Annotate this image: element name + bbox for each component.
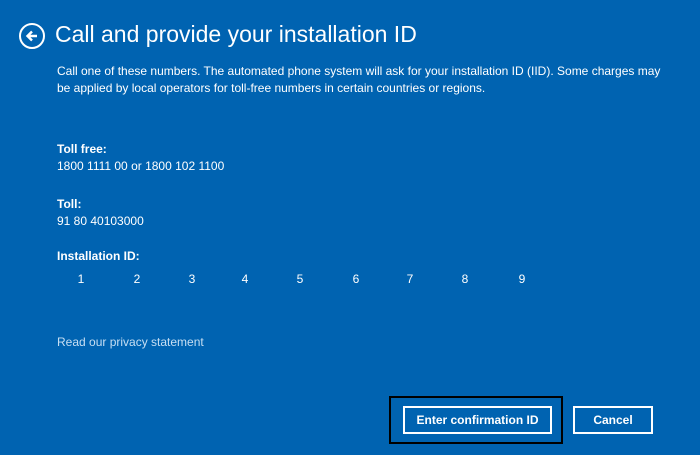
installation-id-group-6: 6 bbox=[352, 272, 360, 286]
privacy-statement-link[interactable]: Read our privacy statement bbox=[57, 334, 204, 350]
cancel-button[interactable]: Cancel bbox=[573, 406, 653, 434]
enter-confirmation-id-button[interactable]: Enter confirmation ID bbox=[403, 406, 552, 434]
installation-id-group-2: 2 bbox=[133, 272, 141, 286]
installation-id-group-7: 7 bbox=[406, 272, 414, 286]
installation-id-group-9: 9 bbox=[518, 272, 526, 286]
installation-id-label: Installation ID: bbox=[57, 249, 140, 263]
instructions-text: Call one of these numbers. The automated… bbox=[57, 64, 661, 95]
installation-id-groups: 1 2 3 4 5 6 7 8 9 bbox=[0, 271, 700, 289]
toll-free-numbers: 1800 1111 00 or 1800 102 1100 bbox=[57, 159, 225, 173]
installation-id-group-8: 8 bbox=[461, 272, 469, 286]
installation-id-group-5: 5 bbox=[296, 272, 304, 286]
installation-id-group-3: 3 bbox=[188, 272, 196, 286]
back-arrow-icon bbox=[25, 29, 39, 43]
installation-id-group-4: 4 bbox=[241, 272, 249, 286]
toll-label: Toll: bbox=[57, 197, 82, 211]
page-title: Call and provide your installation ID bbox=[55, 21, 417, 47]
installation-id-group-1: 1 bbox=[77, 272, 85, 286]
toll-free-label: Toll free: bbox=[57, 142, 107, 156]
toll-number: 91 80 40103000 bbox=[57, 214, 144, 228]
back-button[interactable] bbox=[19, 23, 45, 49]
